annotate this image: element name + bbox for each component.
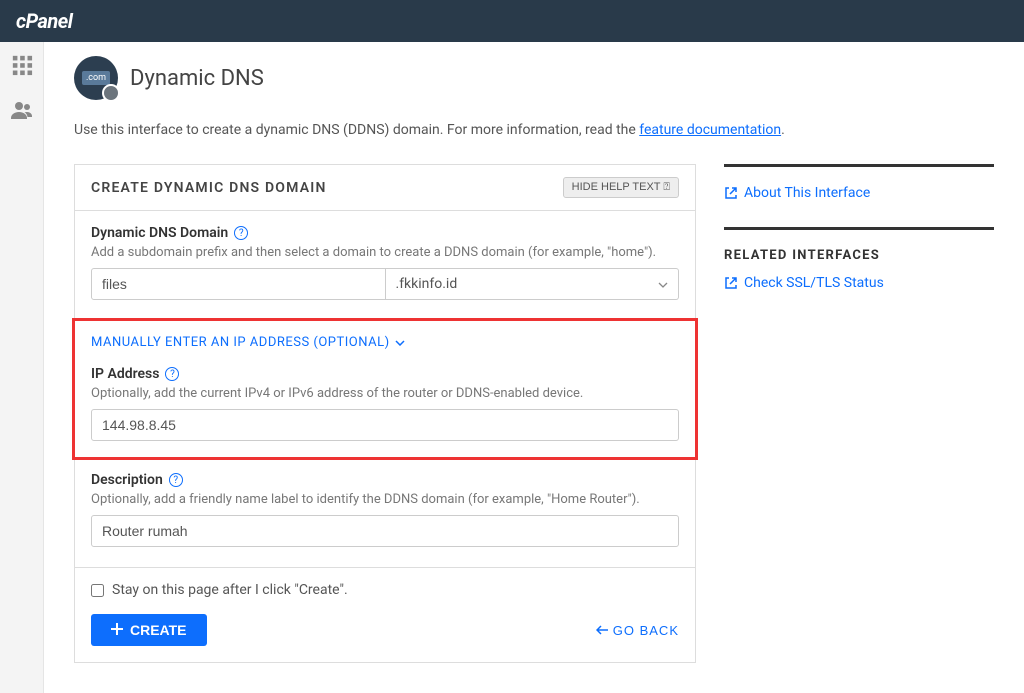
apps-grid-icon[interactable] xyxy=(11,54,33,82)
ip-accordion-toggle[interactable]: MANUALLY ENTER AN IP ADDRESS (OPTIONAL) xyxy=(91,335,679,350)
stay-checkbox-label: Stay on this page after I click "Create"… xyxy=(112,582,348,598)
ip-label: IP Address xyxy=(91,366,159,382)
about-interface-link[interactable]: About This Interface xyxy=(724,185,994,201)
description-input[interactable] xyxy=(91,515,679,547)
description-field: Description ? Optionally, add a friendly… xyxy=(91,472,679,547)
about-block: About This Interface xyxy=(724,164,994,201)
ip-hint: Optionally, add the current IPv4 or IPv6… xyxy=(91,386,679,401)
stay-checkbox-row[interactable]: Stay on this page after I click "Create"… xyxy=(91,582,679,598)
card-body: Dynamic DNS Domain ? Add a subdomain pre… xyxy=(75,211,695,567)
ip-toggle-label: MANUALLY ENTER AN IP ADDRESS (OPTIONAL) xyxy=(91,335,390,350)
side-column: About This Interface RELATED INTERFACES … xyxy=(724,164,994,317)
ip-field: IP Address ? Optionally, add the current… xyxy=(91,366,679,441)
main-content: .com Dynamic DNS Use this interface to c… xyxy=(44,42,1024,693)
domain-hint: Add a subdomain prefix and then select a… xyxy=(91,245,679,260)
domain-input-row: .fkkinfo.id xyxy=(91,268,679,300)
domain-field: Dynamic DNS Domain ? Add a subdomain pre… xyxy=(91,225,679,300)
intro-prefix: Use this interface to create a dynamic D… xyxy=(74,122,639,138)
chevron-down-icon xyxy=(395,335,405,350)
card-footer: Stay on this page after I click "Create"… xyxy=(75,567,695,662)
content-row: CREATE DYNAMIC DNS DOMAIN HIDE HELP TEXT… xyxy=(74,164,994,663)
ip-input[interactable] xyxy=(91,409,679,441)
card-header: CREATE DYNAMIC DNS DOMAIN HIDE HELP TEXT… xyxy=(75,165,695,211)
external-link-icon xyxy=(724,276,738,290)
help-icon[interactable]: ? xyxy=(169,473,183,487)
description-label: Description xyxy=(91,472,163,488)
related-block: RELATED INTERFACES Check SSL/TLS Status xyxy=(724,227,994,291)
go-back-button[interactable]: GO BACK xyxy=(596,623,679,638)
main-column: CREATE DYNAMIC DNS DOMAIN HIDE HELP TEXT… xyxy=(74,164,696,663)
chevron-down-icon xyxy=(658,276,668,292)
check-ssl-label: Check SSL/TLS Status xyxy=(744,275,884,291)
check-ssl-link[interactable]: Check SSL/TLS Status xyxy=(724,275,994,291)
card-title: CREATE DYNAMIC DNS DOMAIN xyxy=(91,180,327,196)
page-icon: .com xyxy=(74,56,118,100)
users-icon[interactable] xyxy=(10,100,34,126)
stay-checkbox[interactable] xyxy=(91,584,104,597)
description-hint: Optionally, add a friendly name label to… xyxy=(91,492,679,507)
brand-logo: cPanel xyxy=(16,9,72,33)
question-icon: ⍰ xyxy=(663,181,670,193)
footer-actions: CREATE GO BACK xyxy=(91,614,679,646)
hide-help-button[interactable]: HIDE HELP TEXT ⍰ xyxy=(563,177,679,198)
about-link-label: About This Interface xyxy=(744,185,870,201)
page-header: .com Dynamic DNS xyxy=(74,56,994,100)
domain-select-value: .fkkinfo.id xyxy=(396,276,458,292)
arrow-left-icon xyxy=(596,623,608,638)
badge-icon xyxy=(102,84,120,102)
hide-help-label: HIDE HELP TEXT xyxy=(572,181,661,193)
intro-text: Use this interface to create a dynamic D… xyxy=(74,122,994,138)
plus-icon xyxy=(111,622,123,638)
subdomain-input[interactable] xyxy=(91,268,386,300)
related-heading: RELATED INTERFACES xyxy=(724,248,994,263)
page-title: Dynamic DNS xyxy=(130,66,264,91)
create-ddns-card: CREATE DYNAMIC DNS DOMAIN HIDE HELP TEXT… xyxy=(74,164,696,663)
left-sidebar xyxy=(0,42,44,693)
domain-label: Dynamic DNS Domain xyxy=(91,225,228,241)
go-back-label: GO BACK xyxy=(613,623,679,638)
help-icon[interactable]: ? xyxy=(165,367,179,381)
domain-select[interactable]: .fkkinfo.id xyxy=(386,268,680,300)
top-bar: cPanel xyxy=(0,0,1024,42)
intro-suffix: . xyxy=(781,122,785,138)
ip-highlight-box: MANUALLY ENTER AN IP ADDRESS (OPTIONAL) … xyxy=(72,318,698,460)
create-button[interactable]: CREATE xyxy=(91,614,207,646)
help-icon[interactable]: ? xyxy=(234,226,248,240)
create-button-label: CREATE xyxy=(130,622,187,638)
layout: .com Dynamic DNS Use this interface to c… xyxy=(0,42,1024,693)
feature-doc-link[interactable]: feature documentation xyxy=(639,122,781,138)
external-link-icon xyxy=(724,186,738,200)
